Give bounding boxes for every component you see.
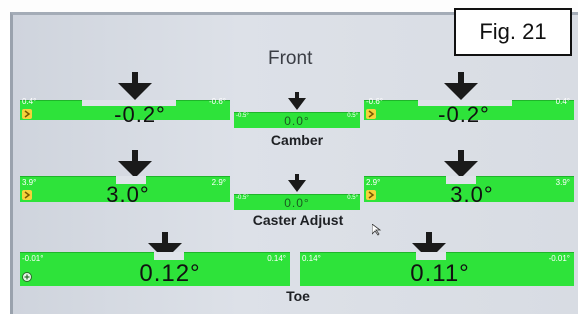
adjust-icon[interactable]: [22, 272, 32, 282]
down-arrow-icon: [118, 72, 152, 100]
gauge-min-label: -0.01°: [22, 254, 44, 263]
caster-left-gauge: 3.9° 2.9° 3.0°: [20, 150, 230, 207]
gauge-max-label: -0.01°: [548, 254, 570, 263]
caster-right-gauge: 2.9° 3.9° 3.0°: [364, 150, 574, 207]
down-arrow-icon: [444, 150, 478, 178]
gauge-min-label: -0.6°: [366, 97, 383, 106]
mouse-cursor-icon: [372, 224, 382, 236]
gauge-min-label: -0.5°: [236, 195, 249, 201]
gauge-max-label: 0.5°: [347, 195, 358, 201]
gauge-min-label: 3.9°: [22, 178, 37, 187]
chevron-right-icon[interactable]: [22, 109, 32, 119]
gauge-max-label: -0.6°: [209, 97, 226, 106]
gauge-max-label: 0.14°: [267, 254, 286, 263]
toe-label: Toe: [286, 288, 310, 304]
gauge-value: 0.12°: [139, 260, 201, 287]
down-arrow-icon: [288, 174, 306, 192]
camber-left-gauge: 0.4° -0.6° -0.2°: [20, 72, 230, 127]
down-arrow-icon: [444, 72, 478, 100]
gauge-notch: [416, 252, 446, 260]
down-arrow-icon: [118, 150, 152, 178]
caster-center-gauge: -0.5° 0.5° 0.0°: [234, 174, 360, 210]
gauge-max-label: 2.9°: [211, 178, 226, 187]
toe-left-gauge: -0.01° 0.14° 0.12°: [20, 232, 290, 287]
camber-center-gauge: -0.5° 0.5° 0.0°: [234, 92, 360, 128]
chevron-right-icon[interactable]: [366, 190, 376, 200]
gauge-value: -0.2°: [438, 102, 490, 127]
gauge-notch: [154, 252, 184, 260]
gauge-min-label: -0.5°: [236, 113, 249, 119]
page-title: Front: [268, 48, 313, 69]
caster-adjust-label: Caster Adjust: [252, 212, 344, 228]
camber-label: Camber: [270, 132, 324, 148]
gauge-value: 3.0°: [106, 182, 150, 207]
gauge-max-label: 3.9°: [555, 178, 570, 187]
gauge-value: 0.0°: [284, 114, 310, 128]
gauge-value: -0.2°: [114, 102, 166, 127]
screen-frame: Front Fig. 21 0.4° -0.6° -0.2° -0.5° 0.5…: [0, 0, 578, 314]
figure-label: Fig. 21: [454, 8, 572, 56]
gauge-min-label: 2.9°: [366, 178, 381, 187]
down-arrow-icon: [288, 92, 306, 110]
gauge-max-label: 0.5°: [347, 113, 358, 119]
gauge-value: 0.0°: [284, 196, 310, 210]
toe-right-gauge: 0.14° -0.01° 0.11°: [300, 232, 574, 287]
gauge-min-label: 0.14°: [302, 254, 321, 263]
chevron-right-icon[interactable]: [22, 190, 32, 200]
camber-right-gauge: -0.6° 0.4° -0.2°: [364, 72, 574, 127]
gauge-min-label: 0.4°: [22, 97, 37, 106]
gauge-value: 3.0°: [450, 182, 494, 207]
gauge-value: 0.11°: [410, 260, 470, 287]
gauge-max-label: 0.4°: [555, 97, 570, 106]
chevron-right-icon[interactable]: [366, 109, 376, 119]
